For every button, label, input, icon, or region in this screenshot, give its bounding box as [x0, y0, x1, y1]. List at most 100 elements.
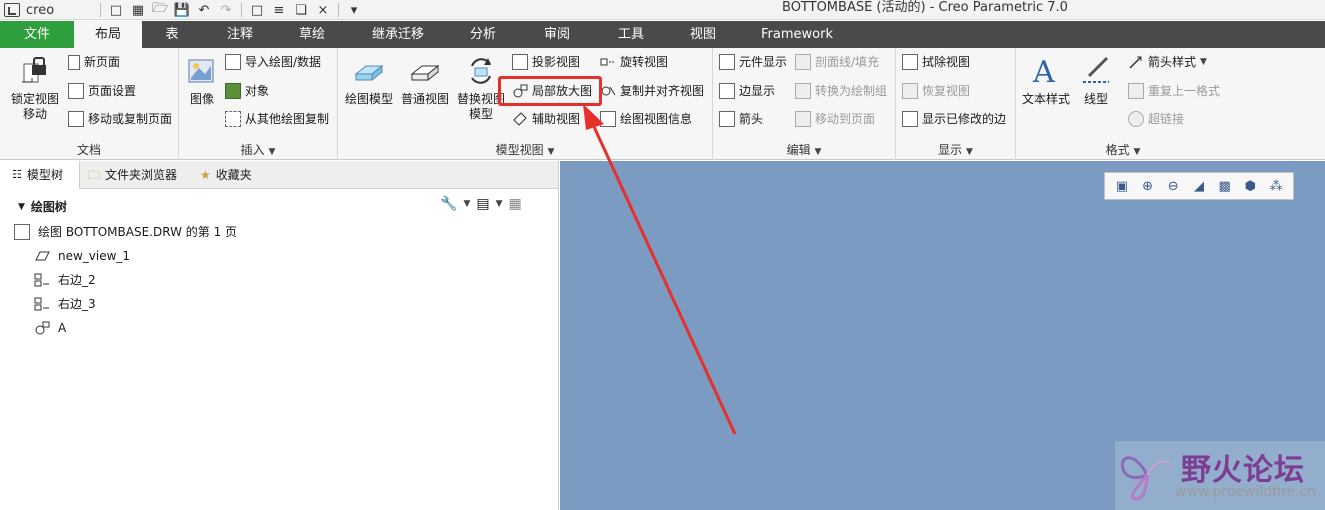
copy-align-view-button[interactable]: 复制并对齐视图 [600, 81, 704, 101]
group-edit-dropdown[interactable]: 编辑 ▼ [713, 142, 895, 158]
page-setup-button[interactable]: 页面设置 [68, 81, 136, 101]
resume-view-button[interactable]: 恢复视图 [902, 81, 970, 101]
show-modified-edges-button[interactable]: 显示已修改的边 [902, 109, 1006, 129]
hatch-button[interactable]: 剖面线/填充 [795, 52, 879, 72]
drawing-model-button[interactable]: 绘图模型 [342, 52, 396, 107]
creo-window: creo □ ▦ 🗁 💾 ↶ ↷ □ ≡ ❏ × ▾ BOTTOMBASE (活… [0, 0, 1325, 510]
tab-table[interactable]: 表 [142, 21, 202, 48]
import-drawing-button[interactable]: 导入绘图/数据 [225, 52, 321, 72]
tree-title[interactable]: ▼ 绘图树 [18, 198, 67, 215]
group-display-dropdown[interactable]: 显示 ▼ [896, 142, 1015, 158]
tab-tools[interactable]: 工具 [600, 21, 662, 48]
general-view-button[interactable]: 普通视图 [398, 52, 452, 107]
watermark-url: www.proewildfire.cn [1175, 484, 1317, 500]
arrow-style-button[interactable]: 箭头样式 ▼ [1128, 52, 1207, 72]
line-style-button[interactable]: 线型 [1074, 52, 1118, 107]
tab-view[interactable]: 视图 [672, 21, 734, 48]
tab-analysis[interactable]: 分析 [452, 21, 514, 48]
tree-item[interactable]: A [34, 317, 66, 339]
model-tree-icon: ☷ [12, 168, 22, 181]
drawing-view-info-button[interactable]: 绘图视图信息 [600, 109, 692, 129]
chevron-down-icon: ▼ [547, 147, 555, 157]
tree-tools: 🔧 ▼ ▤ ▼ ▦ [440, 196, 522, 212]
undo-icon[interactable]: ↶ [195, 2, 213, 18]
close-window-icon[interactable]: × [314, 2, 332, 18]
chevron-down-icon[interactable]: ▼ [463, 199, 470, 209]
tab-legacy-migration[interactable]: 继承迁移 [360, 21, 436, 48]
edge-display-icon [719, 83, 735, 99]
zoom-out-icon[interactable]: ⊖ [1164, 177, 1182, 195]
move-copy-page-button[interactable]: 移动或复制页面 [68, 109, 172, 129]
line-style-icon [1079, 54, 1113, 88]
text-style-button[interactable]: A 文本样式 [1018, 52, 1074, 107]
tree-item[interactable]: 右边_2 [34, 269, 96, 291]
windows-icon[interactable]: ❏ [292, 2, 310, 18]
zoom-in-icon[interactable]: ⊕ [1139, 177, 1157, 195]
save-icon[interactable]: 💾 [173, 2, 191, 18]
tab-folder-browser-label: 文件夹浏览器 [105, 168, 178, 182]
watermark-title: 野火论坛 [1181, 453, 1305, 488]
open-folder-icon[interactable]: 🗁 [151, 1, 169, 18]
datum-display-icon[interactable]: ⁂ [1267, 177, 1285, 195]
lock-view-move-button[interactable]: 锁定视图 移动 [6, 52, 64, 122]
revolved-view-button[interactable]: 旋转视图 [600, 52, 668, 72]
copy-from-drawing-button[interactable]: 从其他绘图复制 [225, 109, 329, 129]
tree-item[interactable]: new_view_1 [34, 245, 130, 267]
repeat-last-format-button[interactable]: 重复上一格式 [1128, 81, 1220, 101]
tree-columns-icon[interactable]: ▤ [476, 196, 489, 212]
arrow-button[interactable]: 箭头 [719, 109, 763, 129]
arrow-label: 箭头 [739, 112, 764, 126]
projection-view-label: 投影视图 [532, 55, 581, 69]
tab-sketch[interactable]: 草绘 [282, 21, 342, 48]
element-display-button[interactable]: 元件显示 [719, 52, 787, 72]
tree-root[interactable]: 绘图 BOTTOMBASE.DRW 的第 1 页 [14, 221, 237, 243]
hyperlink-button[interactable]: 超链接 [1128, 109, 1184, 129]
tree-item[interactable]: 右边_3 [34, 293, 96, 315]
svg-text:A: A [1032, 55, 1055, 88]
auxiliary-view-button[interactable]: 辅助视图 [512, 109, 580, 129]
redo-icon[interactable]: ↷ [217, 2, 235, 18]
general-view-label: 普通视图 [400, 92, 449, 106]
tree-filter-icon[interactable]: ▦ [509, 196, 522, 212]
page-setup-label: 页面设置 [88, 84, 137, 98]
projection-view-button[interactable]: 投影视图 [512, 52, 580, 72]
qat-customize-icon[interactable]: ▾ [345, 2, 363, 18]
image-button[interactable]: 图像 [183, 52, 221, 107]
tab-model-tree[interactable]: ☷ 模型树 [0, 161, 80, 189]
tab-favorites-label: 收藏夹 [215, 168, 252, 182]
tab-favorites[interactable]: ★ 收藏夹 [200, 161, 266, 189]
object-button[interactable]: 对象 [225, 81, 269, 101]
hyperlink-icon [1128, 111, 1144, 127]
creo-logo-icon [4, 3, 20, 17]
display-style-icon[interactable]: ▩ [1216, 177, 1234, 195]
group-model-views-dropdown[interactable]: 模型视图 ▼ [338, 142, 712, 158]
repaint-icon[interactable]: ◢ [1190, 177, 1208, 195]
lock-view-move-label: 锁定视图 移动 [10, 92, 59, 121]
tree-settings-icon[interactable]: 🔧 [440, 196, 457, 212]
group-insert: 图像 导入绘图/数据 对象 从其他绘图复制 插入 ▼ [179, 48, 338, 160]
move-to-page-button[interactable]: 移动到页面 [795, 109, 875, 129]
line-style-label: 线型 [1083, 92, 1108, 106]
group-format: A 文本样式 线型 箭头样式 ▼ 重复上一格式 超链接 格式 ▼ [1016, 48, 1230, 160]
tab-layout[interactable]: 布局 [74, 21, 142, 48]
tab-folder-browser[interactable]: 🗀 文件夹浏览器 [88, 161, 192, 189]
qat-separator [338, 3, 339, 17]
convert-group-button[interactable]: 转换为绘制组 [795, 81, 887, 101]
tab-framework[interactable]: Framework [752, 21, 842, 48]
erase-view-button[interactable]: 拭除视图 [902, 52, 970, 72]
tab-file[interactable]: 文件 [0, 21, 74, 48]
edge-display-button[interactable]: 边显示 [719, 81, 775, 101]
group-insert-dropdown[interactable]: 插入 ▼ [179, 142, 337, 158]
regenerate-icon[interactable]: ≡ [270, 2, 288, 18]
tab-annotate[interactable]: 注释 [210, 21, 270, 48]
group-format-dropdown[interactable]: 格式 ▼ [1016, 142, 1230, 158]
open-recent-icon[interactable]: ▦ [129, 2, 147, 18]
new-page-button[interactable]: 新页面 [68, 52, 120, 72]
projection-view-icon [34, 272, 50, 288]
select-box-icon[interactable]: □ [248, 2, 266, 18]
saved-orientations-icon[interactable]: ⬢ [1241, 177, 1259, 195]
chevron-down-icon[interactable]: ▼ [496, 199, 503, 209]
refit-icon[interactable]: ▣ [1113, 177, 1131, 195]
new-file-icon[interactable]: □ [107, 2, 125, 18]
tab-review[interactable]: 审阅 [526, 21, 588, 48]
